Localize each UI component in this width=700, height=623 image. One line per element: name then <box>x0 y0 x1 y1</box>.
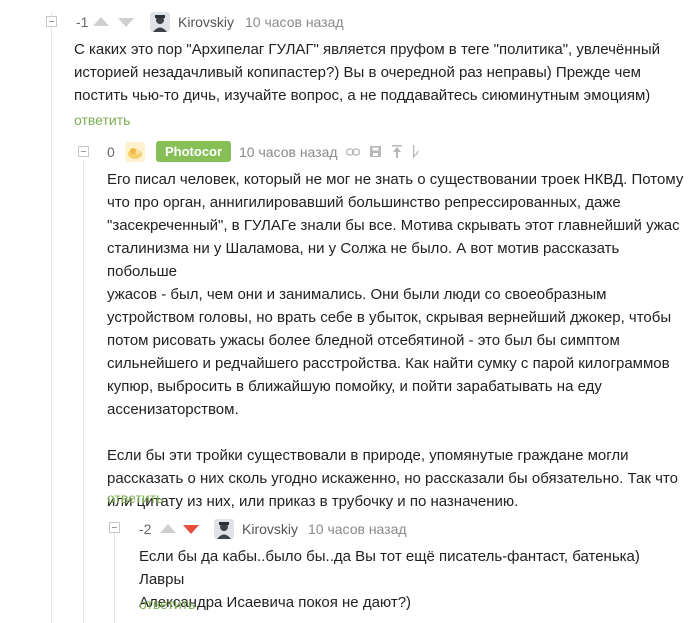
thread-line <box>114 532 115 623</box>
collapse-button[interactable] <box>78 146 89 157</box>
comment-line: Если бы эти тройки существовали в природ… <box>107 447 629 464</box>
avatar-icon <box>125 142 145 162</box>
username[interactable]: Kirovskiy <box>242 521 298 537</box>
comment-line <box>107 421 687 444</box>
comment-line: "засекреченный", в ГУЛАГе знали бы все. … <box>107 217 680 234</box>
comment-line: потом рисовать ужасы более бледной отсеб… <box>107 332 620 349</box>
save-icon[interactable] <box>370 146 381 157</box>
thread-line <box>51 12 52 623</box>
comment-line: С каких это пор "Архипелаг ГУЛАГ" являет… <box>74 41 660 58</box>
comment-line: постить чью-то дичь, изучайте вопрос, а … <box>74 87 651 104</box>
reply-link[interactable]: ответить <box>74 112 130 128</box>
downvote-icon[interactable] <box>118 18 134 27</box>
link-icon[interactable] <box>346 147 360 157</box>
reply-link[interactable]: ответить <box>139 596 195 612</box>
avatar[interactable] <box>125 142 145 162</box>
comment-line: ужасов - был, чем они и занимались. Они … <box>107 286 607 303</box>
comment-line: Александра Исаевича покоя не дают?) <box>139 594 412 611</box>
avatar[interactable] <box>150 12 170 32</box>
thread-line <box>83 160 84 623</box>
comment-line: Если бы да кабы..было бы..да Вы тот ещё … <box>139 548 640 588</box>
comment-rating: -2 <box>139 521 152 537</box>
comment-line: историей незадачливый копипастер?) Вы в … <box>74 64 641 81</box>
comment-line: сильнейшего и редчайшего расстройства. К… <box>107 355 670 372</box>
pin-icon[interactable] <box>392 145 402 158</box>
comment-text: С каких это пор "Архипелаг ГУЛАГ" являет… <box>74 38 684 107</box>
comment-text: Его писал человек, который не мог не зна… <box>107 168 687 513</box>
comment-time[interactable]: 10 часов назад <box>245 14 344 30</box>
comment-line: сталинизма ни у Шаламова, ни у Солжа не … <box>107 240 620 280</box>
comment-line: или цитату из них, или приказ в трубочку… <box>107 493 519 510</box>
avatar-icon <box>150 12 170 32</box>
comment-rating: 0 <box>107 144 115 160</box>
avatar[interactable] <box>214 519 234 539</box>
reply-link[interactable]: ответить <box>107 490 163 506</box>
comment-time[interactable]: 10 часов назад <box>239 144 338 160</box>
comment-text: Если бы да кабы..было бы..да Вы тот ещё … <box>139 545 689 614</box>
collapse-button[interactable] <box>46 16 57 27</box>
username-badge[interactable]: Photocor <box>156 141 232 162</box>
comment-time[interactable]: 10 часов назад <box>308 521 407 537</box>
comment-line: что про орган, аннигилировавший большинс… <box>107 194 621 211</box>
comment-line: купюр, выбросить в ближайшую помойку, и … <box>107 378 602 395</box>
comment-line: устройством головы, но врать себе в убыт… <box>107 309 672 326</box>
branch-icon[interactable] <box>412 145 420 158</box>
comment-line: рассказать о них сколь угодно искаженно,… <box>107 470 678 487</box>
comment-line: Его писал человек, который не мог не зна… <box>107 171 684 188</box>
avatar-icon <box>214 519 234 539</box>
downvote-icon[interactable] <box>183 525 199 534</box>
comment-rating: -1 <box>76 14 89 30</box>
upvote-icon[interactable] <box>93 17 109 26</box>
comment-line: ассенизаторством. <box>107 401 239 418</box>
collapse-button[interactable] <box>109 522 120 533</box>
username[interactable]: Kirovskiy <box>178 14 234 30</box>
upvote-icon[interactable] <box>160 524 176 533</box>
